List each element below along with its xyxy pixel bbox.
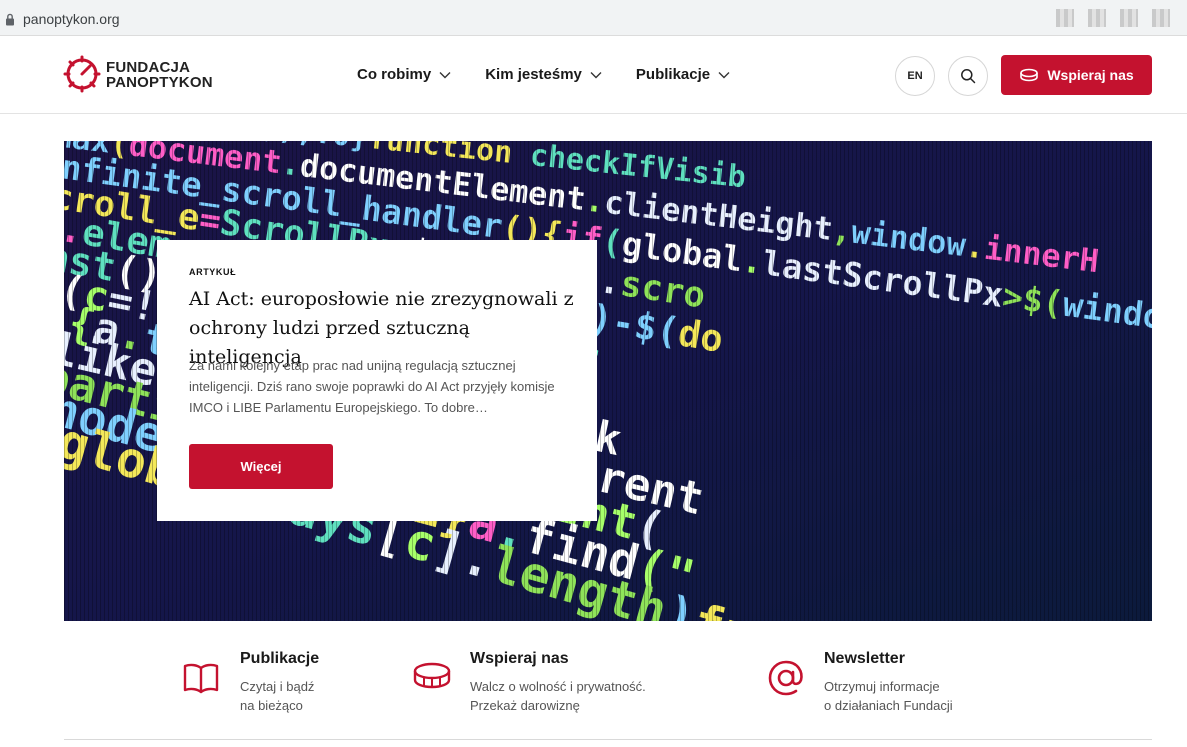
search-icon <box>961 69 976 84</box>
language-switch-button[interactable]: EN <box>895 56 935 96</box>
article-excerpt: Za nami kolejny etap prac nad unijną reg… <box>189 358 555 415</box>
nav-item-kim-jestesmy[interactable]: Kim jesteśmy <box>485 66 602 83</box>
coins-icon <box>1020 68 1039 82</box>
logo-line-2: PANOPTYKON <box>106 74 213 91</box>
feature-title: Publikacje <box>240 650 320 667</box>
support-button-label: Wspieraj nas <box>1047 67 1134 83</box>
chevron-down-icon <box>590 66 602 83</box>
logo-mark-icon <box>63 55 101 93</box>
url-text[interactable]: panoptykon.org <box>23 11 120 27</box>
feature-line: Przekaż darowiznę <box>470 698 580 713</box>
feature-line: o działaniach Fundacji <box>824 698 953 713</box>
lock-icon <box>5 13 15 31</box>
chevron-down-icon <box>718 66 730 83</box>
chevron-down-icon <box>439 66 451 83</box>
url-bar[interactable]: panoptykon.org <box>0 2 1187 32</box>
featured-article-card: ARTYKUŁ AI Act: europosłowie nie zrezygn… <box>157 240 597 521</box>
browser-address-bar: panoptykon.org <box>0 0 1187 36</box>
feature-title: Wspieraj nas <box>470 650 569 667</box>
feature-line: Otrzymuj informacje <box>824 679 940 694</box>
extension-icon[interactable] <box>1088 9 1106 27</box>
extension-icon[interactable] <box>1120 9 1138 27</box>
extension-icon[interactable] <box>1056 9 1074 27</box>
read-more-button[interactable]: Więcej <box>189 444 333 489</box>
feature-line: Walcz o wolność i prywatność. <box>470 679 646 694</box>
nav-item-publikacje[interactable]: Publikacje <box>636 66 730 83</box>
feature-description: Otrzymuj informacje o działaniach Fundac… <box>824 677 953 715</box>
extension-icon[interactable] <box>1152 9 1170 27</box>
feature-title: Newsletter <box>824 650 905 667</box>
nav-label: Kim jesteśmy <box>485 66 582 83</box>
feature-description: Walcz o wolność i prywatność. Przekaż da… <box>470 677 646 715</box>
feature-line: Czytaj i bądź <box>240 679 315 694</box>
at-icon <box>766 658 806 703</box>
logo-text: FUNDACJA PANOPTYKON <box>106 60 213 90</box>
nav-item-co-robimy[interactable]: Co robimy <box>357 66 451 83</box>
nav-label: Publikacje <box>635 66 711 83</box>
feature-description: Czytaj i bądź na bieżąco <box>240 677 314 715</box>
feature-line: na bieżąco <box>240 698 303 713</box>
support-button[interactable]: Wspieraj nas <box>1001 55 1152 95</box>
nav-label: Co robimy <box>357 66 432 83</box>
article-kicker: ARTYKUŁ <box>189 267 237 277</box>
section-divider <box>64 739 1152 740</box>
coins-icon <box>412 658 452 701</box>
main-nav: Co robimy Kim jesteśmy Publikacje <box>357 66 764 83</box>
book-icon <box>182 658 220 701</box>
logo-line-1: FUNDACJA <box>106 59 191 76</box>
site-logo[interactable]: FUNDACJA PANOPTYKON <box>63 54 213 98</box>
hero-banner[interactable]: //visiremove());:0}function checkIfVisib… <box>64 141 1152 621</box>
search-button[interactable] <box>948 56 988 96</box>
site-header: FUNDACJA PANOPTYKON Co robimy Kim jesteś… <box>0 37 1187 114</box>
